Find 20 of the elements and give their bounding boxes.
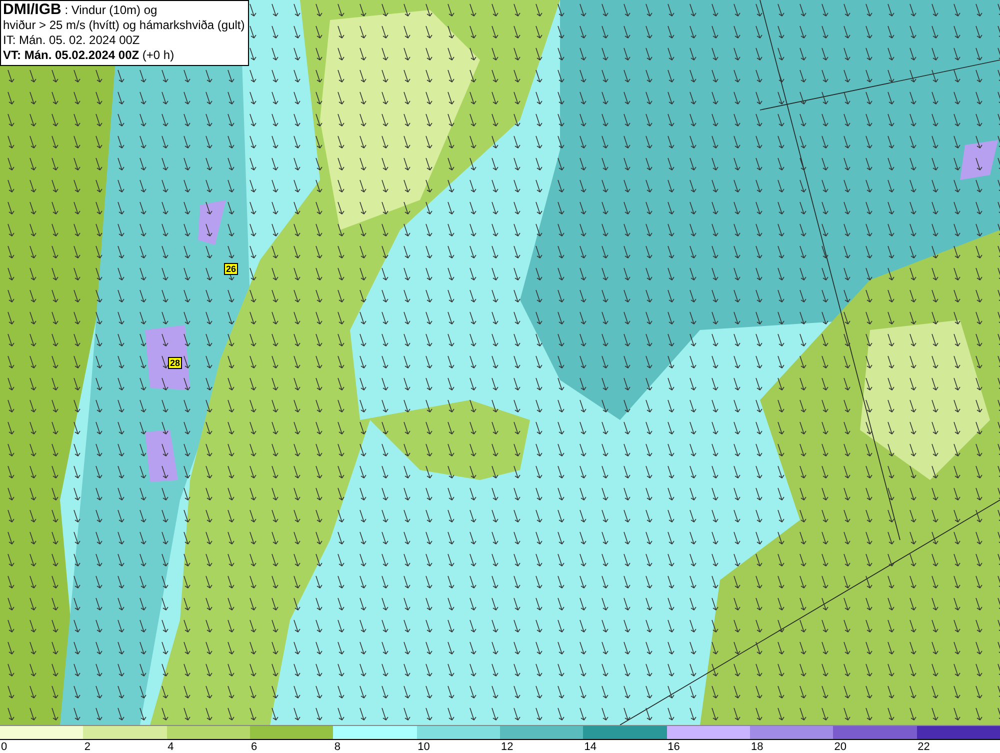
gust-label: 28	[168, 357, 182, 369]
source-label: DMI/IGB	[3, 1, 62, 18]
lead-time: (+0 h)	[142, 48, 174, 62]
valid-time: VT: Mán. 05.02.2024 00Z	[3, 48, 140, 62]
legend-tick-label: 14	[584, 740, 597, 753]
legend-tick-label: 10	[418, 740, 430, 753]
gust-label: 26	[224, 263, 238, 275]
legend-tick-label: 2	[84, 740, 90, 753]
legend-tick-label: 6	[250, 740, 258, 753]
map-title: : Vindur (10m) og	[64, 3, 158, 17]
legend-tick-label: 16	[668, 740, 680, 753]
legend-tick-label: 12	[500, 740, 514, 753]
legend-tick-label: 20	[834, 740, 847, 753]
legend-tick-label: 4	[168, 740, 174, 753]
legend-tick-label: 22	[918, 740, 930, 753]
issue-time: IT: Mán. 05. 02. 2024 00Z	[3, 33, 141, 48]
legend-tick-label: 18	[750, 740, 764, 753]
legend-tick-label: 0	[1, 740, 8, 753]
map-subtitle: hviður > 25 m/s (hvítt) og hámarkshviða (gult)	[3, 18, 245, 33]
legend-tick-label: 8	[334, 740, 340, 753]
